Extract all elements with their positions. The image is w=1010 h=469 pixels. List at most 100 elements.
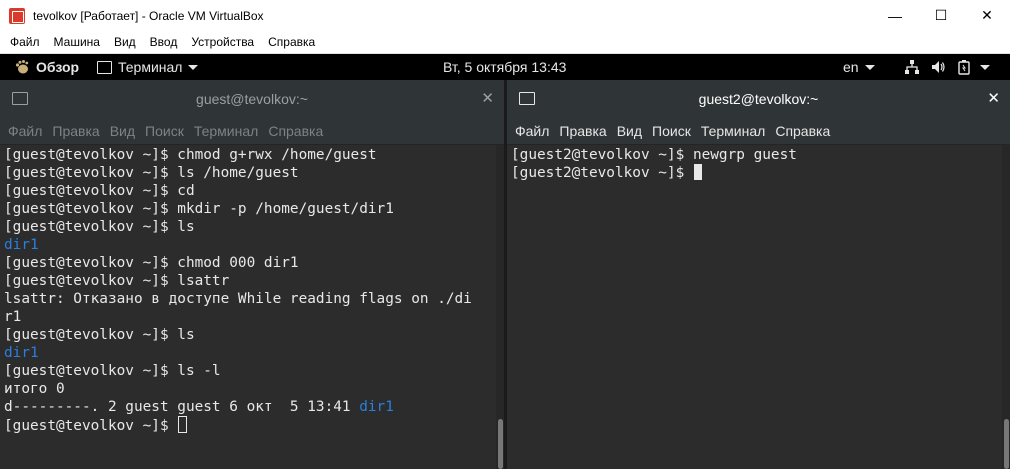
terminal-line-text: [guest@tevolkov ~]$ mkdir -p /home/guest… (4, 201, 394, 217)
terminal-line: [guest@tevolkov ~]$ chmod g+rwx /home/gu… (4, 146, 496, 164)
terminal-window-guest2[interactable]: guest2@tevolkov:~ ✕ Файл Правка Вид Поис… (507, 80, 1010, 469)
terminal-line: [guest2@tevolkov ~]$ newgrp guest (511, 146, 1002, 164)
terminal-line-text: [guest@tevolkov ~]$ chmod g+rwx /home/gu… (4, 147, 377, 163)
vbox-menu-devices[interactable]: Устройства (191, 35, 254, 49)
text-cursor (693, 164, 702, 180)
terminal-line-text: [guest@tevolkov ~]$ ls (4, 219, 195, 235)
vbox-menu-file[interactable]: Файл (10, 35, 40, 49)
menu-view[interactable]: Вид (617, 123, 642, 139)
network-icon (905, 60, 919, 74)
terminal-line: [guest@tevolkov ~]$ lsattr (4, 272, 496, 290)
scrollbar[interactable] (1002, 145, 1010, 469)
close-icon[interactable]: ✕ (987, 89, 1000, 107)
terminal-line-text: dir1 (4, 345, 39, 361)
vbox-menu-input[interactable]: Ввод (150, 35, 178, 49)
volume-icon (932, 61, 945, 73)
language-label: en (843, 59, 859, 75)
terminal-menubar: Файл Правка Вид Поиск Терминал Справка (507, 117, 1010, 145)
chevron-down-icon (188, 64, 199, 70)
terminal-line: lsattr: Отказано в доступе While reading… (4, 290, 496, 308)
menu-file[interactable]: Файл (515, 123, 549, 139)
gnome-top-bar: Обзор Терминал Вт, 5 октября 13:43 en (0, 54, 1010, 80)
terminal-output[interactable]: [guest@tevolkov ~]$ chmod g+rwx /home/gu… (0, 145, 496, 469)
close-icon[interactable]: ✕ (481, 89, 494, 107)
terminal-line-text: [guest@tevolkov ~]$ ls /home/guest (4, 165, 299, 181)
menu-edit[interactable]: Правка (559, 123, 606, 139)
language-button[interactable]: en (843, 54, 875, 80)
menu-search[interactable]: Поиск (145, 123, 184, 139)
menu-help[interactable]: Справка (775, 123, 830, 139)
terminal-menubar: Файл Правка Вид Поиск Терминал Справка (0, 117, 504, 145)
gnome-foot-icon (15, 60, 29, 74)
vbox-menu-machine[interactable]: Машина (54, 35, 100, 49)
terminal-line: [guest@tevolkov ~]$ ls /home/guest (4, 164, 496, 182)
maximize-button[interactable]: ☐ (918, 0, 964, 31)
menu-terminal[interactable]: Терминал (701, 123, 765, 139)
terminal-line: итого 0 (4, 380, 496, 398)
menu-help[interactable]: Справка (268, 123, 323, 139)
scrollbar-thumb[interactable] (498, 419, 503, 469)
menu-search[interactable]: Поиск (652, 123, 691, 139)
terminal-icon (519, 92, 535, 105)
activities-button[interactable]: Обзор (14, 54, 79, 80)
menu-terminal[interactable]: Терминал (194, 123, 258, 139)
clock-label: Вт, 5 октября 13:43 (443, 59, 567, 75)
terminal-icon (12, 92, 28, 105)
menu-edit[interactable]: Правка (52, 123, 99, 139)
virtualbox-titlebar: tevolkov [Работает] - Oracle VM VirtualB… (0, 0, 1010, 31)
terminal-line-text: итого 0 (4, 381, 65, 397)
terminal-line: [guest@tevolkov ~]$ chmod 000 dir1 (4, 254, 496, 272)
scrollbar[interactable] (496, 145, 504, 469)
virtualbox-menubar: Файл Машина Вид Ввод Устройства Справка (0, 31, 1010, 54)
terminal-line-text: [guest@tevolkov ~]$ ls -l (4, 363, 221, 379)
terminal-line-text: [guest@tevolkov ~]$ chmod 000 dir1 (4, 255, 299, 271)
terminal-line-text: [guest@tevolkov ~]$ lsattr (4, 273, 230, 289)
terminal-line-text: [guest2@tevolkov ~]$ (511, 165, 693, 181)
terminal-line: [guest@tevolkov ~]$ mkdir -p /home/guest… (4, 200, 496, 218)
terminal-line-text: [guest@tevolkov ~]$ (4, 418, 178, 434)
text-cursor (178, 416, 188, 433)
scrollbar-thumb[interactable] (1004, 419, 1009, 469)
vbox-menu-help[interactable]: Справка (268, 35, 315, 49)
close-button[interactable]: ✕ (964, 0, 1010, 31)
terminal-line-text: lsattr: Отказано в доступе While reading… (4, 291, 472, 307)
app-menu-label: Терминал (118, 59, 183, 75)
menu-view[interactable]: Вид (110, 123, 135, 139)
minimize-button[interactable]: — (872, 0, 918, 31)
menu-file[interactable]: Файл (8, 123, 42, 139)
terminal-output[interactable]: [guest2@tevolkov ~]$ newgrp guest [guest2… (507, 145, 1002, 469)
terminal-title: guest@tevolkov:~ (196, 90, 308, 107)
clock-button[interactable]: Вт, 5 октября 13:43 (443, 54, 566, 80)
battery-icon (958, 60, 970, 75)
terminal-line-text: d---------. 2 guest guest 6 окт 5 13:41 (4, 399, 360, 415)
app-menu-button[interactable]: Терминал (97, 54, 199, 80)
terminal-line: [guest@tevolkov ~]$ ls -l (4, 362, 496, 380)
terminal-line-text: [guest@tevolkov ~]$ ls (4, 327, 195, 343)
terminal-line: [guest@tevolkov ~]$ ls (4, 218, 496, 236)
terminal-window-guest[interactable]: guest@tevolkov:~ ✕ Файл Правка Вид Поиск… (0, 80, 504, 469)
system-menu-button[interactable] (904, 54, 990, 80)
virtualbox-logo-icon (9, 7, 25, 24)
window-controls: — ☐ ✕ (872, 0, 1010, 31)
terminal-line-text: r1 (4, 309, 22, 325)
window-title: tevolkov [Работает] - Oracle VM VirtualB… (33, 8, 264, 23)
terminal-line-text: [guest@tevolkov ~]$ cd (4, 183, 195, 199)
terminal-line-text: dir1 (4, 237, 39, 253)
terminal-line: r1 (4, 308, 496, 326)
vbox-menu-view[interactable]: Вид (114, 35, 136, 49)
terminal-line: [guest@tevolkov ~]$ (4, 416, 496, 434)
terminal-line: dir1 (4, 344, 496, 362)
terminal-line: d---------. 2 guest guest 6 окт 5 13:41 … (4, 398, 496, 416)
activities-label: Обзор (36, 59, 80, 75)
terminal-line: dir1 (4, 236, 496, 254)
chevron-down-icon (864, 64, 875, 70)
terminal-headerbar: guest2@tevolkov:~ ✕ (507, 80, 1010, 117)
terminal-line: [guest@tevolkov ~]$ ls (4, 326, 496, 344)
directory-name: dir1 (359, 399, 394, 415)
terminal-headerbar: guest@tevolkov:~ ✕ (0, 80, 504, 117)
terminal-title: guest2@tevolkov:~ (698, 90, 819, 107)
terminal-line: [guest@tevolkov ~]$ cd (4, 182, 496, 200)
chevron-down-icon (980, 64, 990, 70)
terminal-line: [guest2@tevolkov ~]$ (511, 164, 1002, 182)
terminal-line-text: [guest2@tevolkov ~]$ newgrp guest (511, 147, 797, 163)
